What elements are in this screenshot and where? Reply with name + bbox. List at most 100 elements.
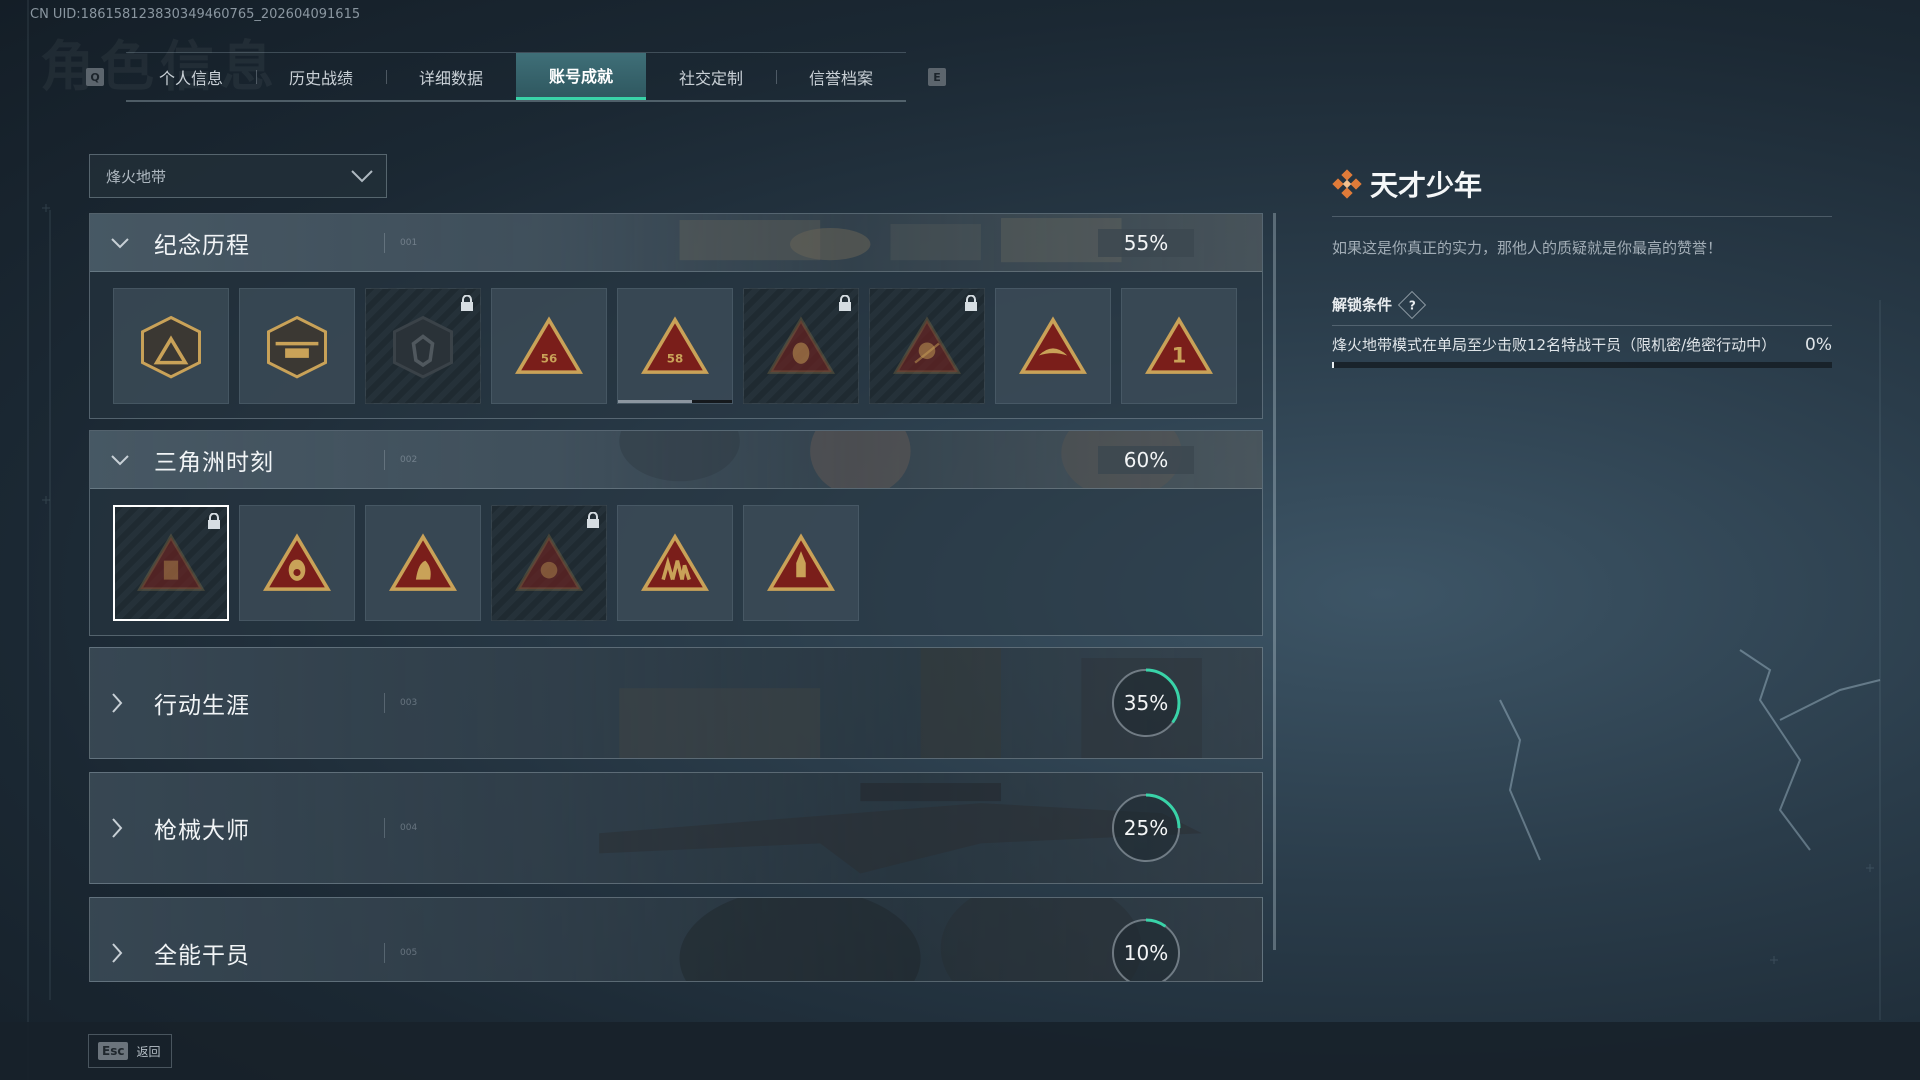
skull-56-icon: 56 [515, 316, 583, 374]
achievement-badge-backpack[interactable] [113, 505, 229, 621]
mode-dropdown-value: 烽火地带 [106, 167, 167, 186]
tabs: 个人信息 历史战绩 详细数据 账号成就 社交定制 信誉档案 [126, 53, 906, 100]
category-title: 枪械大师 [154, 818, 250, 844]
list-scrollbar[interactable] [1273, 213, 1276, 950]
category-title: 三角洲时刻 [154, 449, 274, 476]
unlock-condition-text: 烽火地带模式在单局至少击败12名特战干员（限机密/绝密行动中） [1332, 336, 1777, 354]
chevron-down-icon [111, 237, 129, 248]
lock-icon [208, 513, 220, 529]
achievement-badge-vest-58[interactable]: 58 [617, 288, 733, 404]
number-one-icon: 1 [1145, 316, 1213, 374]
category-divider [384, 232, 385, 253]
svg-text:1: 1 [1172, 344, 1187, 369]
achievement-title-row: 天才少年 [1332, 164, 1832, 204]
badge-grid [90, 489, 1262, 637]
badge-grid: 56 58 1 [90, 272, 1262, 420]
unlock-condition-progress-fill [1332, 362, 1334, 368]
back-button[interactable]: Esc 返回 [88, 1034, 172, 1068]
achievement-badge-rocket[interactable] [743, 505, 859, 621]
achievement-badge-shield-crest[interactable] [365, 288, 481, 404]
category-code: 004 [400, 823, 418, 833]
category-header[interactable]: 全能干员 005 10% [90, 898, 1262, 981]
tab-match-history[interactable]: 历史战绩 [256, 53, 386, 100]
achievement-badge-grenade-hands[interactable] [491, 505, 607, 621]
unlock-condition-label: 解锁条件 [1332, 296, 1393, 314]
achievement-badge-skull-crossed[interactable] [869, 288, 985, 404]
achievement-badge-masked-face[interactable] [743, 288, 859, 404]
delta-mountain-icon [141, 315, 201, 379]
unlock-condition-progress-bar [1332, 362, 1832, 368]
vest-58-icon: 58 [641, 316, 709, 374]
tab-personal-info[interactable]: 个人信息 [126, 53, 256, 100]
eagle-wings-icon [1019, 316, 1087, 374]
tab-rail-bottom [126, 100, 906, 102]
skull-crossed-icon [893, 316, 961, 374]
chevron-right-icon [112, 943, 123, 963]
category-header[interactable]: 纪念历程 001 55% [90, 214, 1262, 272]
achievement-title: 天才少年 [1370, 169, 1483, 202]
back-label: 返回 [136, 1044, 161, 1059]
next-tab-key-hint[interactable]: E [928, 68, 946, 86]
category-header[interactable]: 行动生涯 003 35% [90, 648, 1262, 758]
lock-icon [461, 295, 473, 311]
unlock-condition-percent: 0% [1805, 335, 1832, 355]
lock-icon [965, 295, 977, 311]
tab-credit-record[interactable]: 信誉档案 [776, 53, 906, 100]
backpack-icon [137, 533, 205, 591]
category-all-round-operator[interactable]: 全能干员 005 10% [89, 897, 1263, 982]
prev-tab-key-hint[interactable]: Q [86, 68, 104, 86]
chevron-down-icon [111, 454, 129, 465]
diamond-cluster-icon [1332, 169, 1362, 199]
category-code: 005 [400, 948, 418, 958]
tab-detailed-stats[interactable]: 详细数据 [386, 53, 516, 100]
mode-dropdown[interactable]: 烽火地带 [89, 154, 387, 198]
category-progress-percent: 55% [1098, 229, 1194, 257]
achievement-badge-eagle-wings[interactable] [995, 288, 1111, 404]
lock-icon [587, 512, 599, 528]
achievement-badge-helicopter[interactable] [239, 288, 355, 404]
esc-key-hint: Esc [98, 1042, 129, 1060]
achievement-detail-panel: 天才少年 如果这是你真正的实力，那他人的质疑就是你最高的赞誉！ 解锁条件 ? 烽… [1332, 164, 1832, 368]
unlock-condition-heading: 解锁条件 ? [1332, 290, 1832, 319]
category-divider [384, 449, 385, 470]
achievement-badge-skull-56[interactable]: 56 [491, 288, 607, 404]
chevron-right-icon [112, 693, 123, 713]
category-header[interactable]: 三角洲时刻 002 60% [90, 431, 1262, 489]
chevron-down-icon [351, 170, 373, 183]
top-tab-bar: Q 个人信息 历史战绩 详细数据 账号成就 社交定制 信誉档案 E [86, 52, 946, 102]
tab-social-customize[interactable]: 社交定制 [646, 53, 776, 100]
help-icon[interactable]: ? [1397, 290, 1427, 319]
category-title: 纪念历程 [154, 232, 250, 259]
achievement-badge-delta-mountain[interactable] [113, 288, 229, 404]
svg-text:56: 56 [541, 352, 558, 366]
squad-icon [641, 533, 709, 591]
category-code: 003 [400, 698, 418, 708]
shield-crest-icon [393, 315, 453, 379]
category-title: 全能干员 [154, 943, 250, 969]
achievement-badge-gas-mask[interactable] [239, 505, 355, 621]
achievement-description: 如果这是你真正的实力，那他人的质疑就是你最高的赞誉！ [1332, 239, 1723, 257]
category-code: 001 [400, 237, 418, 248]
category-code: 002 [400, 454, 418, 465]
category-delta-moments: 三角洲时刻 002 60% [89, 430, 1263, 636]
category-header[interactable]: 枪械大师 004 25% [90, 773, 1262, 883]
achievement-badge-squad[interactable] [617, 505, 733, 621]
achievement-badge-number-one[interactable]: 1 [1121, 288, 1237, 404]
category-divider [384, 943, 385, 963]
category-operation-career[interactable]: 行动生涯 003 35% [89, 647, 1263, 759]
tab-achievements[interactable]: 账号成就 [516, 53, 646, 100]
category-progress-percent: 10% [1123, 941, 1169, 965]
category-progress-percent: 25% [1123, 816, 1169, 840]
help-symbol: ? [1408, 297, 1416, 312]
masked-face-icon [767, 316, 835, 374]
player-uid: CN UID:186158123830349460765_20260409161… [30, 7, 361, 22]
chevron-right-icon [112, 818, 123, 838]
unlock-condition-row: 烽火地带模式在单局至少击败12名特战干员（限机密/绝密行动中） 0% [1332, 336, 1832, 368]
category-title: 行动生涯 [154, 693, 250, 719]
category-memorial: 纪念历程 001 55% 56 58 1 [89, 213, 1263, 419]
crouching-soldier-icon [389, 533, 457, 591]
category-weapon-master[interactable]: 枪械大师 004 25% [89, 772, 1263, 884]
helicopter-icon [267, 315, 327, 379]
badge-progress-fill [618, 400, 693, 403]
achievement-badge-crouching-soldier[interactable] [365, 505, 481, 621]
